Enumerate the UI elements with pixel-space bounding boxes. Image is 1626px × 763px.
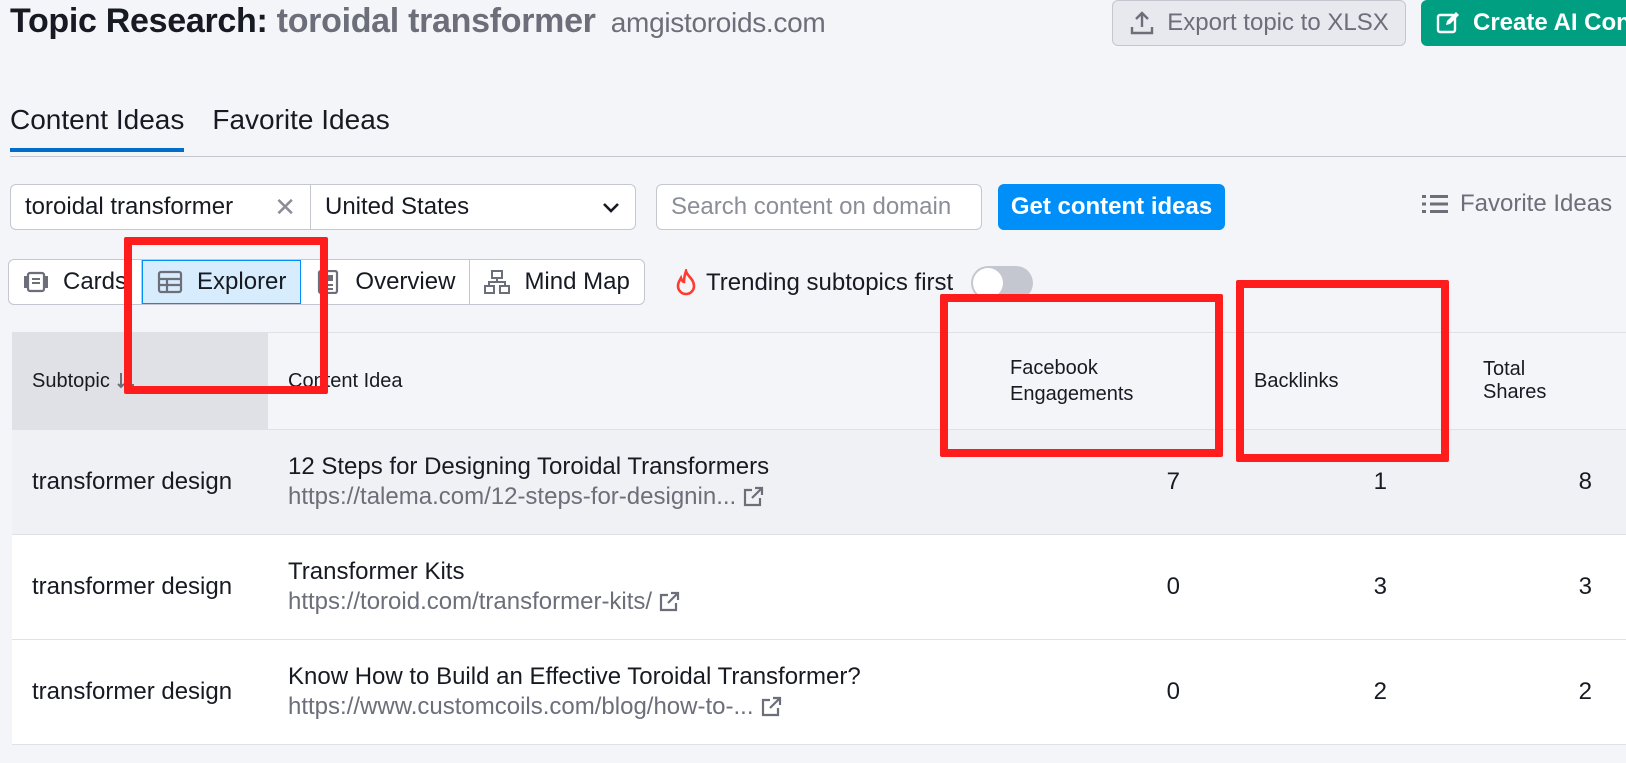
upload-icon [1129, 10, 1155, 36]
annotation-box-backlinks [1236, 280, 1449, 462]
idea-url-link[interactable]: https://talema.com/12-steps-for-designin… [288, 483, 918, 511]
tab-divider [10, 156, 1626, 157]
edit-icon [1435, 10, 1461, 36]
cell-content-idea: Know How to Build an Effective Toroidal … [268, 663, 918, 721]
favorite-ideas-link-label: Favorite Ideas [1460, 190, 1613, 217]
cell-facebook-engagements: 0 [1166, 573, 1180, 600]
view-cards-button[interactable]: Cards [9, 260, 143, 304]
cell-subtopic: transformer design [32, 468, 233, 495]
create-ai-content-button[interactable]: Create AI Con [1421, 0, 1626, 46]
view-cards-label: Cards [63, 268, 128, 295]
cell-backlinks: 3 [1373, 573, 1387, 600]
idea-title[interactable]: Know How to Build an Effective Toroidal … [288, 663, 918, 691]
tab-bar: Content Ideas Favorite Ideas [10, 104, 390, 152]
cell-total-shares: 8 [1578, 468, 1592, 495]
idea-title[interactable]: 12 Steps for Designing Toroidal Transfor… [288, 453, 918, 481]
cards-icon [23, 270, 49, 294]
header-content-idea: Content Idea [288, 369, 403, 392]
country-select-value: United States [325, 193, 470, 220]
domain-search-input[interactable]: Search content on domain [656, 184, 982, 230]
view-mindmap-button[interactable]: Mind Map [470, 260, 643, 304]
keyword-input[interactable]: toroidal transformer ✕ [11, 185, 311, 229]
get-content-ideas-button[interactable]: Get content ideas [998, 184, 1225, 230]
tab-content-ideas[interactable]: Content Ideas [10, 104, 185, 152]
external-link-icon[interactable] [760, 696, 782, 718]
idea-url: https://talema.com/12-steps-for-designin… [288, 483, 737, 510]
trending-subtopics-label: Trending subtopics first [706, 269, 954, 296]
mindmap-icon [484, 270, 511, 294]
cell-subtopic: transformer design [32, 573, 233, 600]
chevron-down-icon [601, 200, 621, 214]
idea-url: https://www.customcoils.com/blog/how-to-… [288, 693, 754, 720]
export-xlsx-label: Export topic to XLSX [1167, 9, 1389, 36]
annotation-box-explorer [124, 237, 328, 394]
idea-url-link[interactable]: https://toroid.com/transformer-kits/ [288, 588, 918, 616]
list-icon [1422, 193, 1448, 215]
domain-search-placeholder: Search content on domain [671, 193, 952, 220]
cell-content-idea: 12 Steps for Designing Toroidal Transfor… [268, 453, 918, 511]
title-domain: amgistoroids.com [610, 7, 826, 38]
cell-total-shares: 3 [1578, 573, 1592, 600]
flame-icon [674, 269, 698, 297]
cell-facebook-engagements: 0 [1166, 678, 1180, 705]
idea-url-link[interactable]: https://www.customcoils.com/blog/how-to-… [288, 693, 918, 721]
clear-icon[interactable]: ✕ [274, 192, 296, 223]
title-keyword: toroidal transformer [276, 2, 596, 40]
keyword-search-group: toroidal transformer ✕ United States [10, 184, 636, 230]
create-ai-label: Create AI Con [1473, 9, 1626, 36]
cell-subtopic: transformer design [32, 678, 233, 705]
header-subtopic-label: Subtopic [32, 369, 110, 392]
annotation-box-facebook-engagements [940, 294, 1223, 457]
cell-content-idea: Transformer Kits https://toroid.com/tran… [268, 558, 918, 616]
external-link-icon[interactable] [742, 486, 764, 508]
tab-favorite-ideas[interactable]: Favorite Ideas [212, 104, 389, 152]
view-mindmap-label: Mind Map [524, 268, 630, 295]
page-title: Topic Research: toroidal transformer amg… [10, 2, 826, 41]
favorite-ideas-link[interactable]: Favorite Ideas [1422, 190, 1612, 218]
external-link-icon[interactable] [658, 591, 680, 613]
cell-backlinks: 1 [1373, 468, 1387, 495]
cell-facebook-engagements: 7 [1166, 468, 1180, 495]
keyword-input-value: toroidal transformer [25, 193, 234, 220]
country-select[interactable]: United States [311, 185, 635, 229]
table-row[interactable]: transformer design Transformer Kits http… [12, 535, 1626, 640]
cell-total-shares: 2 [1578, 678, 1592, 705]
view-overview-label: Overview [355, 268, 456, 295]
cell-backlinks: 2 [1373, 678, 1387, 705]
idea-title[interactable]: Transformer Kits [288, 558, 918, 586]
title-prefix: Topic Research: [10, 2, 268, 40]
export-xlsx-button[interactable]: Export topic to XLSX [1112, 0, 1406, 46]
table-row[interactable]: transformer design Know How to Build an … [12, 640, 1626, 745]
idea-url: https://toroid.com/transformer-kits/ [288, 588, 653, 615]
